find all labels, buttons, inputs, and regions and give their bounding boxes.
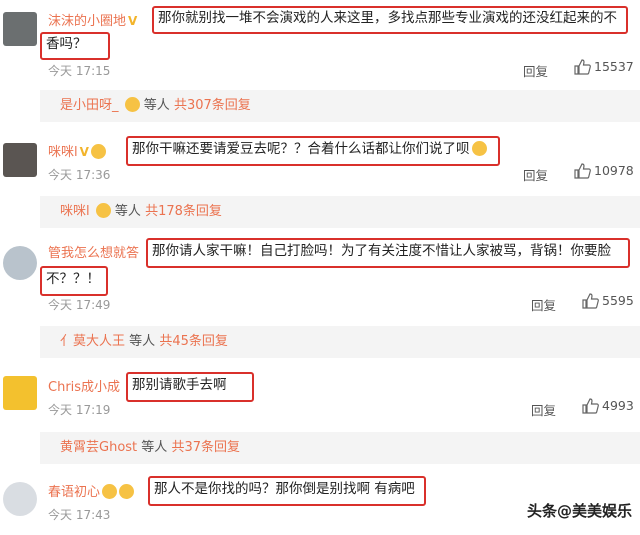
sub-reply-mid: 等人 — [129, 334, 156, 349]
sub-reply-bar[interactable]: 黄霄芸Ghost 等人 共37条回复 — [40, 432, 640, 464]
emoji-icon — [471, 141, 487, 156]
sub-reply-mid: 等人 — [143, 98, 170, 113]
avatar[interactable] — [3, 12, 37, 46]
avatar[interactable] — [3, 376, 37, 410]
emoji-icon — [124, 97, 140, 112]
like-button[interactable]: 10978 — [574, 163, 634, 179]
comment-text: 那人不是你找的吗？那你倒是别找啊 有病吧 — [154, 481, 415, 497]
sub-reply-mid: 等人 — [114, 204, 141, 219]
username-text[interactable]: 沫沫的小圈地 — [48, 14, 126, 29]
emoji-icon — [119, 484, 135, 499]
comment-text-line-2: 不？？！ — [46, 271, 100, 287]
sub-reply-user[interactable]: 咪咪l — [60, 204, 90, 219]
reply-button[interactable]: 回复 — [531, 400, 556, 419]
avatar[interactable] — [3, 143, 37, 177]
comment-text: 那别请歌手去啊 — [132, 377, 227, 393]
like-button[interactable]: 5595 — [582, 293, 634, 309]
timestamp: 今天 17:43 — [48, 508, 111, 522]
sub-reply-mid: 等人 — [141, 440, 168, 455]
comment-text-line-1: 那你请人家干嘛！自己打脸吗！为了有关注度不惜让人家被骂，背锅！你要脸 — [152, 243, 611, 259]
timestamp: 今天 17:36 — [48, 168, 111, 182]
sub-reply-bar[interactable]: 是小田呀_ 等人 共307条回复 — [40, 90, 640, 122]
like-button[interactable]: 15537 — [574, 59, 634, 75]
timestamp: 今天 17:49 — [48, 298, 111, 312]
verified-badge: V — [79, 145, 89, 159]
watermark: 头条@美美娱乐 — [526, 502, 632, 520]
verified-badge: V — [128, 14, 138, 28]
comment-text-content: 那你干嘛还要请爱豆去呢？？合着什么话都让你们说了呗 — [132, 141, 470, 157]
timestamp: 今天 17:19 — [48, 403, 111, 417]
username[interactable]: 管我怎么想就答 — [48, 242, 139, 261]
username-text[interactable]: 春语初心 — [48, 485, 100, 500]
username[interactable]: 沫沫的小圈地 V — [48, 10, 137, 29]
thumbs-up-icon — [582, 293, 599, 309]
like-count: 15537 — [594, 59, 634, 74]
thumbs-up-icon — [582, 398, 599, 414]
sub-reply-bar[interactable]: 亻莫大人王 等人 共45条回复 — [40, 326, 640, 358]
emoji-icon — [90, 144, 106, 159]
sub-reply-count[interactable]: 共37条回复 — [171, 440, 240, 455]
username-text[interactable]: 咪咪l — [48, 145, 78, 160]
emoji-icon — [102, 484, 118, 499]
comment-text-line-1: 那你就别找一堆不会演戏的人来这里，多找点那些专业演戏的还没红起来的不 — [158, 10, 617, 26]
username[interactable]: Chris成小成 — [48, 376, 120, 395]
thumbs-up-icon — [574, 59, 591, 75]
reply-button[interactable]: 回复 — [531, 295, 556, 314]
avatar[interactable] — [3, 482, 37, 516]
comment-text-line-2: 香吗？ — [46, 36, 87, 52]
like-count: 5595 — [602, 293, 634, 308]
sub-reply-bar[interactable]: 咪咪l 等人 共178条回复 — [40, 196, 640, 228]
timestamp: 今天 17:15 — [48, 64, 111, 78]
like-count: 4993 — [602, 398, 634, 413]
avatar[interactable] — [3, 246, 37, 280]
username[interactable]: 春语初心 — [48, 481, 135, 500]
sub-reply-count[interactable]: 共307条回复 — [174, 98, 251, 113]
sub-reply-user[interactable]: 亻莫大人王 — [60, 334, 125, 349]
like-button[interactable]: 4993 — [582, 398, 634, 414]
username[interactable]: 咪咪l V — [48, 141, 106, 160]
sub-reply-count[interactable]: 共178条回复 — [145, 204, 222, 219]
sub-reply-user[interactable]: 黄霄芸Ghost — [60, 440, 137, 455]
emoji-icon — [95, 203, 111, 218]
comment-text: 那你干嘛还要请爱豆去呢？？合着什么话都让你们说了呗 — [132, 138, 487, 160]
sub-reply-user[interactable]: 是小田呀_ — [60, 98, 119, 113]
like-count: 10978 — [594, 163, 634, 178]
reply-button[interactable]: 回复 — [523, 61, 548, 80]
reply-button[interactable]: 回复 — [523, 165, 548, 184]
sub-reply-count[interactable]: 共45条回复 — [159, 334, 228, 349]
thumbs-up-icon — [574, 163, 591, 179]
